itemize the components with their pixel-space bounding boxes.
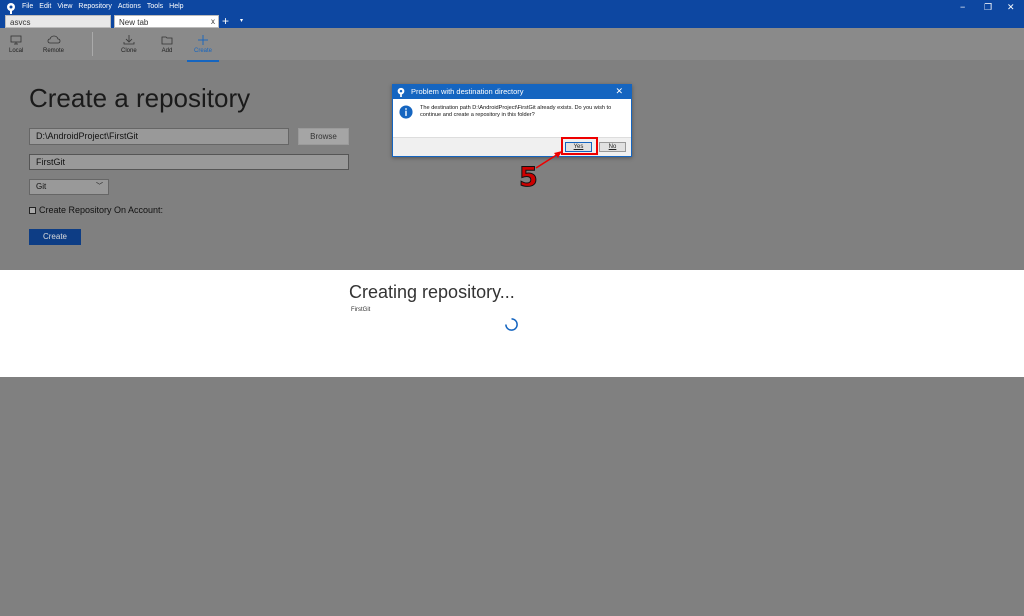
tab-label: New tab: [119, 18, 149, 27]
monitor-icon: [10, 35, 22, 45]
menu-actions[interactable]: Actions: [118, 3, 141, 10]
menu-bar: File Edit View Repository Actions Tools …: [22, 3, 190, 10]
plus-icon: [198, 35, 208, 45]
annotation-arrow-icon: [535, 151, 562, 169]
dialog-close-button[interactable]: ✕: [615, 86, 623, 97]
title-bar: File Edit View Repository Actions Tools …: [0, 0, 1024, 28]
create-button[interactable]: Create: [29, 229, 81, 245]
add-label: Add: [161, 48, 173, 54]
tab-close-icon[interactable]: x: [211, 17, 215, 26]
toolbar: [0, 28, 1024, 60]
folder-icon: [161, 36, 173, 45]
cloud-icon: [47, 35, 60, 44]
menu-repository[interactable]: Repository: [78, 3, 111, 10]
dialog-message: The destination path D:\AndroidProject\F…: [420, 105, 612, 118]
chevron-down-icon: ﹀: [96, 183, 103, 190]
no-button[interactable]: No: [599, 142, 626, 152]
progress-panel: Creating repository... FirstGit: [0, 270, 1024, 377]
tab-asvcs[interactable]: asvcs: [5, 15, 111, 28]
page-title: Create a repository: [29, 83, 251, 113]
browse-button[interactable]: Browse: [298, 128, 349, 145]
yes-button-highlight: [561, 137, 598, 155]
progress-subtitle: FirstGit: [351, 307, 371, 313]
create-on-account-label: Create Repository On Account:: [39, 205, 164, 215]
add-button[interactable]: Add: [161, 35, 173, 54]
annotation-step-number: 5: [519, 162, 539, 194]
menu-view[interactable]: View: [57, 3, 72, 10]
add-tab-button[interactable]: +: [222, 14, 229, 28]
create-tab-label: Create: [194, 48, 213, 54]
app-logo-icon: [397, 87, 405, 97]
local-label: Local: [9, 48, 24, 54]
remote-label: Remote: [43, 48, 65, 54]
restore-button[interactable]: ❐: [984, 2, 992, 13]
repository-name-input[interactable]: FirstGit: [29, 154, 349, 170]
toolbar-divider: [92, 32, 93, 56]
loading-spinner-icon: [505, 318, 518, 331]
minimize-button[interactable]: −: [960, 2, 965, 12]
menu-tools[interactable]: Tools: [147, 3, 163, 10]
clone-label: Clone: [121, 48, 137, 54]
remote-button[interactable]: Remote: [43, 35, 64, 54]
create-on-account-checkbox[interactable]: [29, 206, 36, 214]
local-button[interactable]: Local: [9, 35, 23, 54]
dialog-title: Problem with destination directory: [411, 87, 524, 96]
vcs-type-value: Git: [36, 182, 47, 191]
tab-new-tab[interactable]: New tab x: [114, 15, 219, 28]
create-tab-button[interactable]: Create: [186, 35, 220, 62]
vcs-type-select[interactable]: Git ﹀: [29, 179, 109, 195]
close-window-button[interactable]: ✕: [1007, 2, 1015, 13]
download-icon: [123, 35, 135, 45]
progress-title: Creating repository...: [349, 282, 515, 302]
app-logo-icon: [7, 3, 15, 14]
info-icon: [399, 105, 413, 119]
menu-edit[interactable]: Edit: [39, 3, 51, 10]
tab-label: asvcs: [10, 18, 31, 27]
dialog-titlebar: Problem with destination directory ✕: [393, 85, 631, 99]
menu-file[interactable]: File: [22, 3, 33, 10]
menu-help[interactable]: Help: [169, 3, 183, 10]
destination-path-input[interactable]: D:\AndroidProject\FirstGit: [29, 128, 289, 145]
clone-button[interactable]: Clone: [121, 35, 137, 54]
create-on-account-row[interactable]: Create Repository On Account:: [29, 205, 163, 215]
tab-menu-chevron-icon[interactable]: ▾: [240, 17, 243, 24]
